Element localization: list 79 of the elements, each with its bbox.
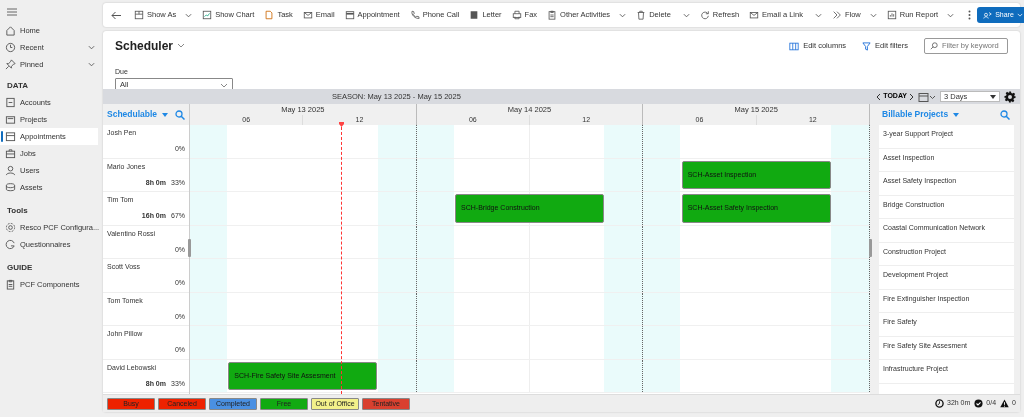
time-slot[interactable] (643, 125, 870, 158)
time-slot[interactable] (190, 326, 417, 359)
pin-icon (5, 59, 16, 70)
time-slot[interactable] (416, 292, 644, 325)
columns-icon (789, 41, 800, 51)
contact-card-icon (5, 97, 16, 108)
chevron-down-icon (88, 45, 95, 50)
chevron-down-icon (814, 12, 822, 18)
time-slot[interactable] (416, 158, 644, 191)
flow-icon (831, 10, 842, 20)
gear-icon (5, 222, 16, 233)
chevron-left-icon (876, 92, 882, 101)
time-slot[interactable] (416, 359, 644, 392)
time-slot[interactable] (416, 326, 644, 359)
clipboard-icon (5, 279, 16, 290)
clipboard-icon (547, 10, 558, 20)
phone-icon (409, 10, 420, 20)
layout-icon (134, 10, 144, 20)
calendar-icon[interactable] (918, 91, 936, 102)
calendar-icon (5, 131, 16, 142)
time-slot[interactable] (416, 125, 644, 158)
splitter-handle[interactable] (869, 239, 872, 257)
clock-icon (5, 42, 16, 53)
chevron-down-icon (185, 12, 193, 18)
caret-down-icon (953, 112, 960, 117)
time-slot[interactable] (416, 259, 644, 292)
section-heading: DATA (6, 79, 30, 92)
section-heading: Tools (6, 204, 29, 217)
chart-icon (202, 10, 213, 20)
time-slot[interactable] (190, 158, 417, 191)
time-slot[interactable] (190, 225, 417, 258)
section-heading: GUIDE (6, 261, 34, 274)
envelope-icon (302, 10, 313, 20)
splitter-handle[interactable] (188, 239, 191, 257)
chevron-down-icon (682, 12, 690, 18)
search-icon[interactable] (175, 109, 185, 120)
time-slot[interactable] (643, 359, 870, 392)
page-icon (264, 10, 275, 20)
chevron-down-icon (990, 94, 996, 99)
time-slot[interactable] (190, 192, 417, 225)
g-logo-icon (5, 239, 16, 250)
time-slot[interactable] (190, 259, 417, 292)
report-icon (886, 10, 897, 20)
time-slot[interactable] (643, 326, 870, 359)
view-selector[interactable]: Scheduler (115, 37, 186, 55)
person-icon (5, 165, 16, 176)
trash-icon (636, 10, 647, 20)
time-slot[interactable] (416, 225, 644, 258)
search-icon[interactable] (1000, 109, 1010, 120)
settings-icon[interactable] (1004, 90, 1016, 103)
chevron-down-icon (177, 43, 186, 49)
check-circle-icon (974, 399, 984, 408)
more-icon (968, 10, 972, 20)
filter-icon (862, 41, 872, 51)
box-icon (5, 182, 16, 193)
warning-icon (1000, 399, 1010, 408)
time-slot[interactable] (643, 225, 870, 258)
clock-icon (935, 399, 944, 408)
time-slot[interactable] (643, 259, 870, 292)
home-icon (5, 25, 16, 36)
menu-icon (7, 8, 17, 16)
share-icon (983, 10, 993, 20)
refresh-icon (699, 10, 710, 20)
folder-icon (5, 114, 16, 125)
chevron-down-icon (1016, 13, 1023, 17)
chevron-down-icon (220, 82, 228, 88)
chevron-down-icon (619, 12, 627, 18)
chevron-down-icon (947, 12, 955, 18)
time-slot[interactable] (190, 125, 417, 158)
printer-icon (511, 10, 522, 20)
briefcase-icon (5, 148, 16, 159)
caret-down-icon (162, 112, 169, 117)
chevron-right-icon (909, 92, 914, 101)
chevron-down-icon (88, 62, 95, 67)
chevron-down-icon (869, 12, 877, 18)
time-slot[interactable] (190, 292, 417, 325)
back-arrow-icon (111, 10, 122, 20)
calendar-icon (344, 10, 355, 20)
time-slot[interactable] (643, 292, 870, 325)
